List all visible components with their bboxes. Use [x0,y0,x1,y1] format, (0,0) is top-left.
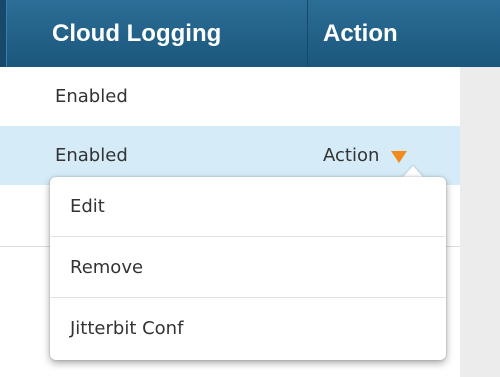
action-dropdown-menu: Edit Remove Jitterbit Conf [50,177,446,360]
column-header-cloud-logging[interactable]: Cloud Logging [52,0,221,67]
menu-item-jitterbit-conf[interactable]: Jitterbit Conf [50,299,446,360]
column-divider [307,0,308,67]
column-header-action[interactable]: Action [323,0,398,67]
table-header: Cloud Logging Action [0,0,500,67]
caret-down-icon[interactable] [391,150,408,163]
cloud-logging-cell: Enabled [55,86,128,107]
column-divider-left [0,0,7,67]
menu-item-remove[interactable]: Remove [50,238,446,298]
scrollbar-track[interactable] [460,67,500,377]
action-dropdown-label: Action [323,145,380,166]
table-row[interactable]: Enabled [0,67,460,128]
menu-item-edit[interactable]: Edit [50,177,446,237]
